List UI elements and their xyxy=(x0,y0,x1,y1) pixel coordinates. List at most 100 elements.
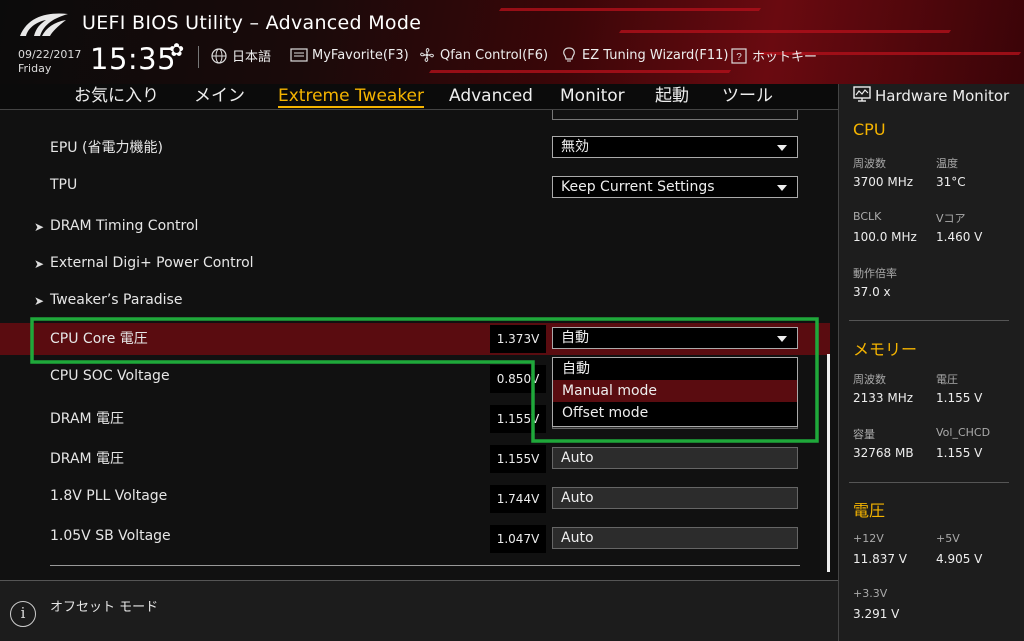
tab-extreme-tweaker[interactable]: Extreme Tweaker xyxy=(278,84,425,108)
header-decoration xyxy=(618,30,952,33)
v12-value: 11.837 V xyxy=(853,552,908,566)
day-text: Friday xyxy=(18,62,52,75)
tab-tool[interactable]: ツール xyxy=(722,84,773,108)
previous-dropdown-edge xyxy=(552,110,798,120)
divider xyxy=(849,482,1009,483)
clock[interactable]: 15:35 xyxy=(90,42,176,76)
gear-icon[interactable]: ✿ xyxy=(169,40,184,61)
tpu-dropdown[interactable]: Keep Current Settings xyxy=(552,176,798,198)
tab-advanced[interactable]: Advanced xyxy=(449,84,533,108)
divider xyxy=(50,565,800,566)
chevron-down-icon xyxy=(777,145,787,151)
submenu-tweakers-paradise-label: Tweaker’s Paradise xyxy=(50,292,183,308)
qfan-control-label: Qfan Control(F6) xyxy=(440,47,549,63)
ratio-label: 動作倍率 xyxy=(853,267,897,280)
sb-voltage-label: 1.05V SB Voltage xyxy=(50,528,171,544)
title-bar: UEFI BIOS Utility – Advanced Mode 09/22/… xyxy=(0,0,1024,84)
option-offset-mode[interactable]: Offset mode xyxy=(553,402,797,424)
language-button[interactable]: 日本語 xyxy=(210,46,271,65)
dram-voltage-2-label: DRAM 電圧 xyxy=(50,451,125,467)
date-display: 09/22/2017 Friday xyxy=(18,48,81,76)
cpu-core-voltage-reading: 1.373V xyxy=(490,325,546,353)
divider xyxy=(198,46,199,68)
hardware-monitor-header: Hardware Monitor xyxy=(853,86,1009,106)
cpu-soc-voltage-label: CPU SOC Voltage xyxy=(50,368,170,384)
mem-capacity-label: 容量 xyxy=(853,428,875,441)
cpu-core-voltage-options: 自動 Manual mode Offset mode xyxy=(552,357,798,427)
epu-value: 無効 xyxy=(561,139,589,155)
qfan-control-button[interactable]: Qfan Control(F6) xyxy=(418,46,548,64)
help-text: オフセット モード xyxy=(50,600,159,615)
cpu-temp-label: 温度 xyxy=(936,157,958,170)
pll-voltage-label: 1.8V PLL Voltage xyxy=(50,488,168,504)
header-decoration xyxy=(498,8,762,11)
mem-volt-label: 電圧 xyxy=(936,373,958,386)
mem-volt-value: 1.155 V xyxy=(936,391,983,405)
help-icon: ? xyxy=(730,47,748,65)
v12-label: +12V xyxy=(853,532,884,545)
info-icon: i xyxy=(10,601,36,627)
pll-voltage-field[interactable]: Auto xyxy=(552,487,798,509)
language-label: 日本語 xyxy=(232,50,272,65)
bclk-value: 100.0 MHz xyxy=(853,230,917,244)
dram-voltage-label: DRAM 電圧 xyxy=(50,411,125,427)
rog-logo-icon xyxy=(20,13,68,36)
fan-icon xyxy=(418,46,436,64)
favorite-icon xyxy=(290,46,308,64)
memory-section-heading: メモリー xyxy=(853,340,918,359)
option-manual-mode[interactable]: Manual mode xyxy=(553,380,797,402)
myfavorite-label: MyFavorite(F3) xyxy=(312,47,409,63)
option-auto[interactable]: 自動 xyxy=(553,358,797,380)
pll-voltage-reading: 1.744V xyxy=(490,485,546,513)
hardware-monitor-title: Hardware Monitor xyxy=(875,87,1010,105)
cpu-section-heading: CPU xyxy=(853,120,886,139)
svg-text:?: ? xyxy=(736,52,742,63)
epu-label: EPU (省電力機能) xyxy=(50,140,163,156)
ratio-value: 37.0 x xyxy=(853,285,891,299)
monitor-icon xyxy=(853,86,871,106)
cpu-temp-value: 31°C xyxy=(936,175,966,189)
app-title: UEFI BIOS Utility – Advanced Mode xyxy=(82,12,422,34)
tab-monitor[interactable]: Monitor xyxy=(560,84,625,108)
dram-voltage-reading: 1.155V xyxy=(490,405,546,433)
bclk-label: BCLK xyxy=(853,210,882,223)
tab-boot[interactable]: 起動 xyxy=(655,84,689,108)
scrollbar[interactable] xyxy=(827,354,830,572)
hotkeys-label: ホットキー xyxy=(752,50,818,65)
settings-panel: EPU (省電力機能) 無効 TPU Keep Current Settings… xyxy=(0,110,838,580)
submenu-arrow-icon: ➤ xyxy=(34,220,45,234)
cpu-core-voltage-dropdown[interactable]: 自動 xyxy=(552,327,798,349)
tpu-value: Keep Current Settings xyxy=(561,179,715,195)
vol-chcd-value: 1.155 V xyxy=(936,446,983,460)
cpu-core-voltage-value: 自動 xyxy=(561,330,589,346)
lightbulb-icon xyxy=(560,46,578,64)
ez-tuning-wizard-button[interactable]: EZ Tuning Wizard(F11) xyxy=(560,46,728,64)
chevron-down-icon xyxy=(777,185,787,191)
epu-dropdown[interactable]: 無効 xyxy=(552,136,798,158)
vcore-value: 1.460 V xyxy=(936,230,983,244)
cpu-core-voltage-label: CPU Core 電圧 xyxy=(50,331,148,347)
submenu-digi-power-label: External Digi+ Power Control xyxy=(50,255,254,271)
dram-voltage-2-reading: 1.155V xyxy=(490,445,546,473)
chevron-down-icon xyxy=(777,336,787,342)
tab-main[interactable]: メイン xyxy=(194,84,245,108)
cpu-freq-label: 周波数 xyxy=(853,157,886,170)
submenu-dram-timing-label: DRAM Timing Control xyxy=(50,218,199,234)
mem-capacity-value: 32768 MB xyxy=(853,446,914,460)
mem-freq-label: 周波数 xyxy=(853,373,886,386)
hotkeys-button[interactable]: ? ホットキー xyxy=(730,46,817,65)
v33-label: +3.3V xyxy=(853,587,888,600)
sb-voltage-field[interactable]: Auto xyxy=(552,527,798,549)
globe-icon xyxy=(210,47,228,65)
help-info-bar: i オフセット モード xyxy=(0,580,838,641)
v5-label: +5V xyxy=(936,532,960,545)
header-decoration xyxy=(428,70,732,73)
divider xyxy=(849,320,1009,321)
myfavorite-button[interactable]: MyFavorite(F3) xyxy=(290,46,409,64)
hardware-monitor-panel: Hardware Monitor CPU 周波数 温度 3700 MHz 31°… xyxy=(838,84,1024,641)
v5-value: 4.905 V xyxy=(936,552,983,566)
dram-voltage-2-field[interactable]: Auto xyxy=(552,447,798,469)
v33-value: 3.291 V xyxy=(853,607,900,621)
mem-freq-value: 2133 MHz xyxy=(853,391,914,405)
tab-favorites[interactable]: お気に入り xyxy=(74,84,159,108)
